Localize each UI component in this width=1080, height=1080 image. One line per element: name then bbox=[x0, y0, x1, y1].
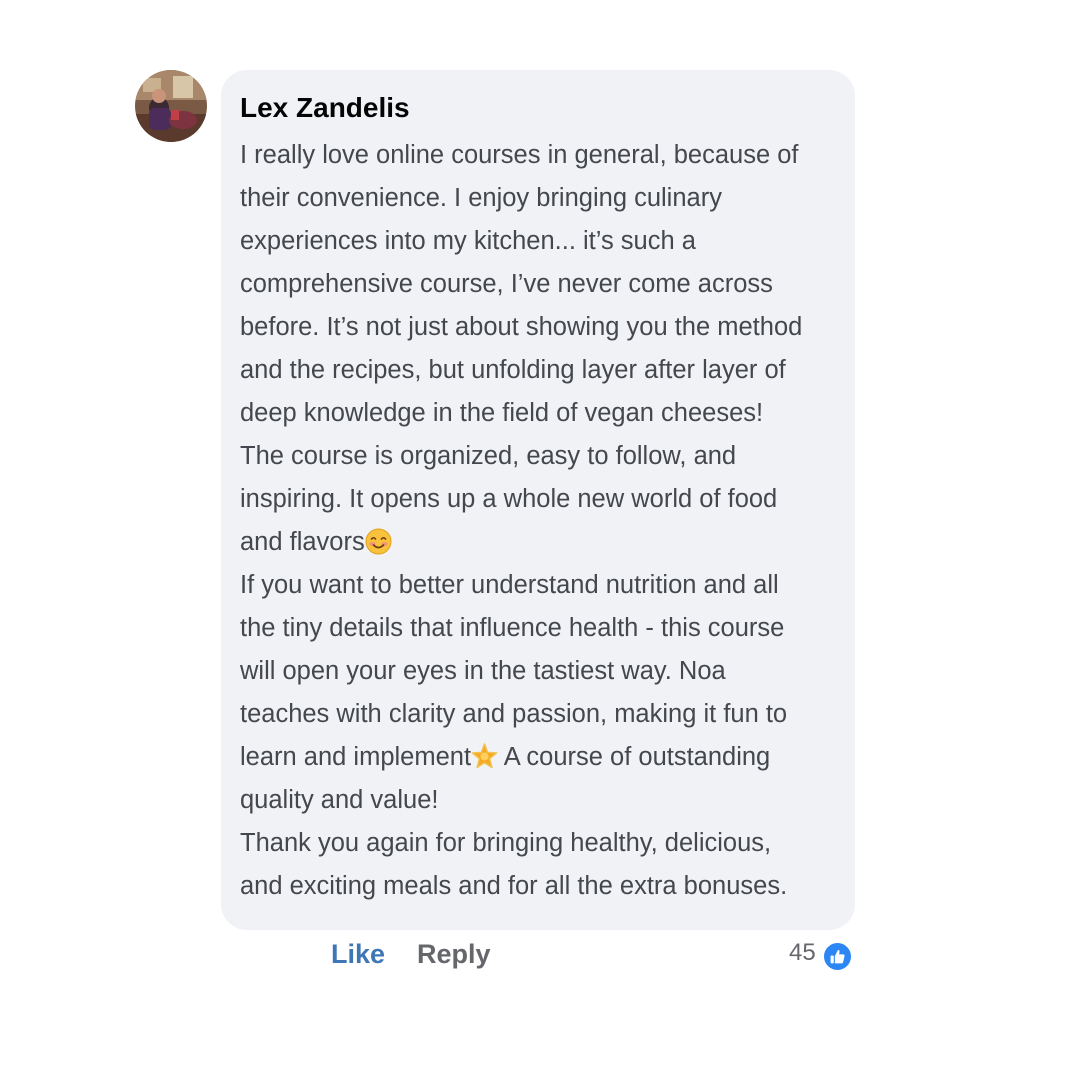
comment-line-text: learn and implement bbox=[240, 743, 472, 771]
comment-bubble: Lex Zandelis I really love online course… bbox=[221, 70, 855, 930]
comment-author[interactable]: Lex Zandelis bbox=[240, 90, 410, 126]
comment-line: The course is organized, easy to follow,… bbox=[240, 442, 737, 470]
comment-line: I really love online courses in general,… bbox=[240, 141, 799, 169]
thumbs-up-icon bbox=[821, 940, 853, 972]
smiling-face-emoji bbox=[365, 528, 392, 555]
comment-line: teaches with clarity and passion, making… bbox=[240, 700, 788, 728]
avatar[interactable] bbox=[135, 70, 207, 142]
comment-line: Thank you again for bringing healthy, de… bbox=[240, 829, 772, 857]
comment-line: will open your eyes in the tastiest way.… bbox=[240, 657, 726, 685]
comment-line: and exciting meals and for all the extra… bbox=[240, 872, 788, 900]
reply-button[interactable]: Reply bbox=[417, 939, 491, 970]
glowing-star-emoji bbox=[471, 743, 498, 770]
comment-line: and the recipes, but unfolding layer aft… bbox=[240, 356, 786, 384]
comment-line: the tiny details that influence health -… bbox=[240, 614, 785, 642]
comment-line: before. It’s not just about showing you … bbox=[240, 313, 803, 341]
comment-line-text: and flavors bbox=[240, 528, 365, 556]
comment-line: their convenience. I enjoy bringing culi… bbox=[240, 184, 722, 212]
comment-line: inspiring. It opens up a whole new world… bbox=[240, 485, 778, 513]
comment-line: deep knowledge in the field of vegan che… bbox=[240, 399, 764, 427]
comment-line-text: A course of outstanding bbox=[498, 743, 771, 771]
reaction-summary[interactable]: 45 bbox=[789, 939, 853, 972]
comment-line: quality and value! bbox=[240, 786, 439, 814]
comment-line: If you want to better understand nutriti… bbox=[240, 571, 779, 599]
like-button[interactable]: Like bbox=[331, 939, 385, 970]
reaction-count: 45 bbox=[789, 939, 816, 966]
comment-line: comprehensive course, I’ve never come ac… bbox=[240, 270, 773, 298]
comment-line: learn and implement A course of outstand… bbox=[240, 736, 840, 779]
comment-text: I really love online courses in general,… bbox=[240, 134, 840, 908]
profile-photo bbox=[135, 70, 207, 142]
comment-actions: Like Reply 45 bbox=[0, 935, 1080, 979]
comment-line: experiences into my kitchen... it’s such… bbox=[240, 227, 696, 255]
comment-line: and flavors bbox=[240, 521, 840, 564]
